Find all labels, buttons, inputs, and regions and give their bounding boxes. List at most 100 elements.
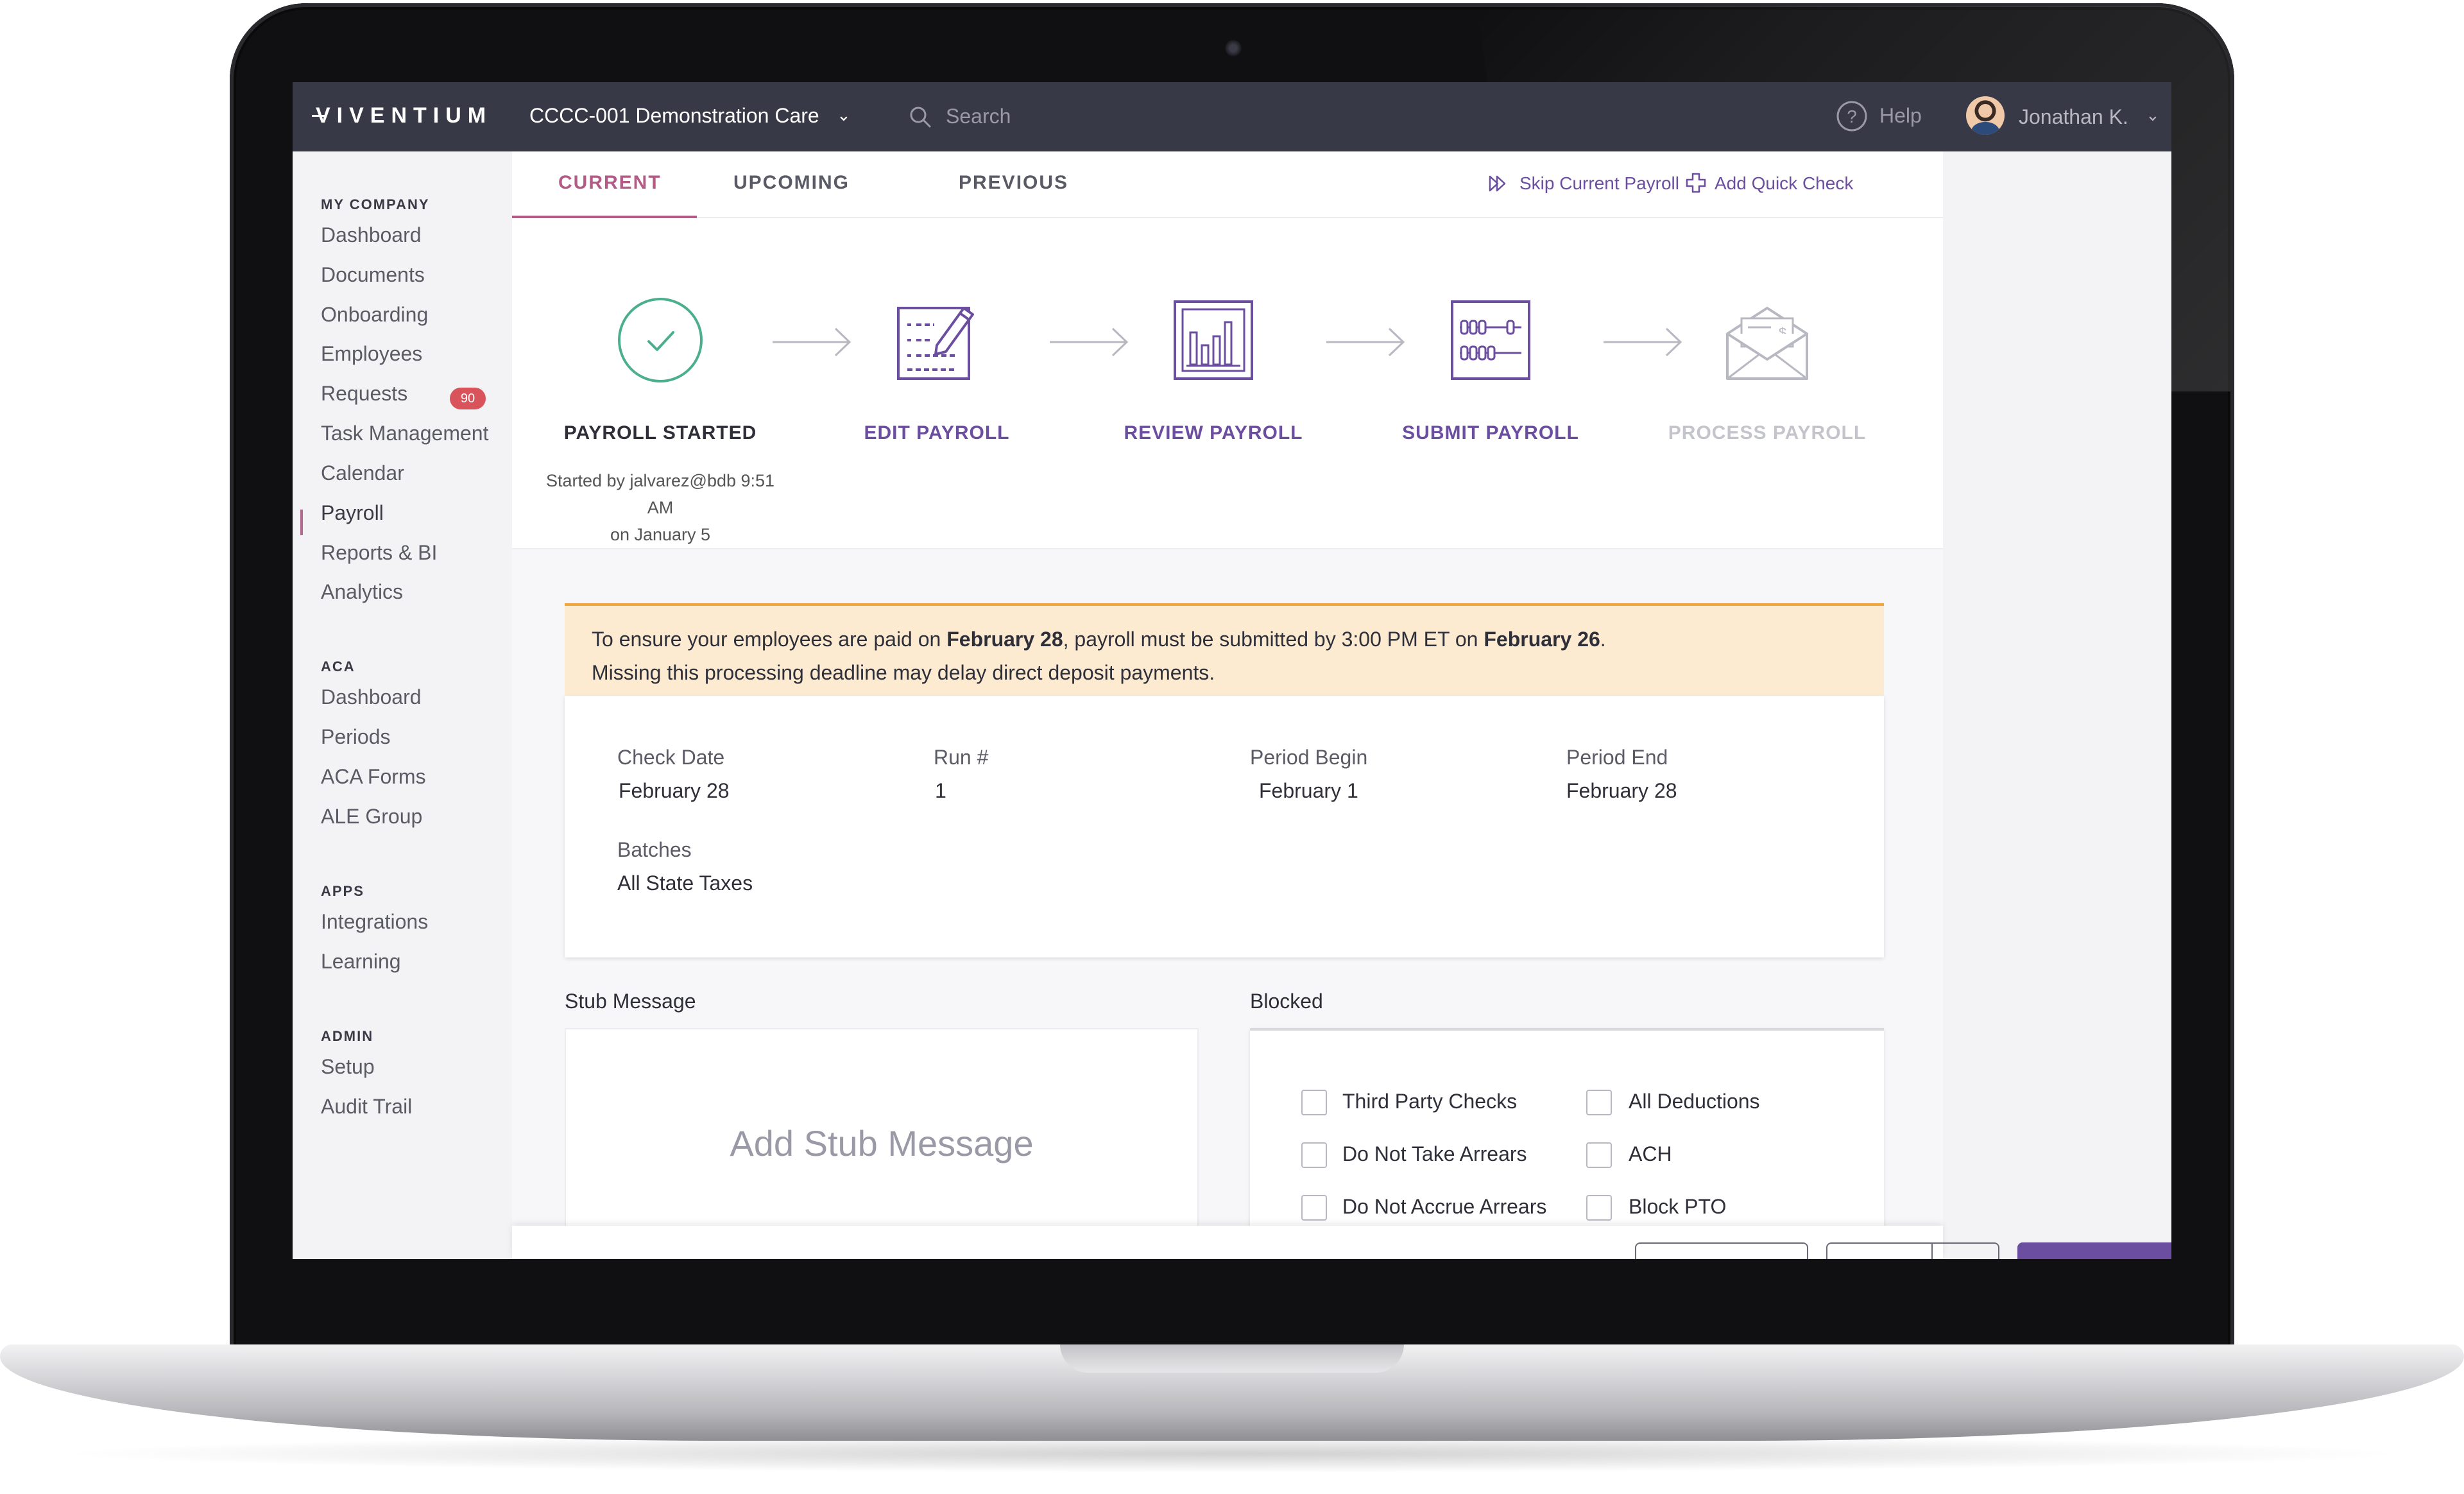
- checkbox-all-deductions[interactable]: [1586, 1090, 1612, 1115]
- label-block-pto: Block PTO: [1629, 1195, 1727, 1218]
- step-process-payroll: PROCESS PAYROLL: [1668, 422, 1867, 443]
- sidebar-item-learning[interactable]: Learning: [321, 950, 401, 974]
- sidebar-section-my-company: MY COMPANY: [321, 196, 430, 212]
- sidebar-item-requests[interactable]: Requests: [321, 382, 407, 406]
- chevron-down-icon[interactable]: ⌄: [837, 105, 851, 125]
- tab-current[interactable]: CURRENT: [558, 172, 662, 194]
- user-menu[interactable]: Jonathan K.: [2019, 105, 2128, 129]
- sidebar-item-payroll[interactable]: Payroll: [321, 501, 384, 525]
- sidebar-item-aca-dashboard[interactable]: Dashboard: [321, 685, 422, 709]
- run-number-label: Run #: [934, 746, 989, 769]
- webcam-icon: [1225, 40, 1242, 56]
- step-edit-payroll[interactable]: EDIT PAYROLL: [821, 422, 1052, 444]
- arrow-right-icon: [1050, 327, 1129, 357]
- add-check-icon[interactable]: [1685, 172, 1707, 194]
- sidebar-item-audit-trail[interactable]: Audit Trail: [321, 1095, 412, 1119]
- skip-forward-icon[interactable]: [1487, 173, 1509, 194]
- step-started-note: Started by jalvarez@bdb 9:51 AM on Janua…: [532, 467, 789, 548]
- footer-button-2[interactable]: [1826, 1242, 1999, 1259]
- label-third-party-checks: Third Party Checks: [1342, 1090, 1518, 1113]
- arrow-right-icon: [1604, 327, 1682, 357]
- help-link[interactable]: Help: [1879, 104, 1922, 128]
- requests-count-badge: 90: [450, 388, 486, 409]
- checkbox-third-party-checks[interactable]: [1301, 1090, 1327, 1115]
- checkbox-block-pto[interactable]: [1586, 1195, 1612, 1221]
- deadline-notice-line2: Missing this processing deadline may del…: [592, 661, 1215, 684]
- label-ach: ACH: [1629, 1142, 1672, 1165]
- label-do-not-accrue-arrears: Do Not Accrue Arrears: [1342, 1195, 1547, 1218]
- abacus-icon[interactable]: [1446, 295, 1536, 385]
- right-gutter: [1943, 151, 2171, 1259]
- search-icon: [910, 107, 931, 128]
- period-end-label: Period End: [1566, 746, 1668, 769]
- stub-message-title: Stub Message: [565, 990, 696, 1013]
- tab-previous[interactable]: PREVIOUS: [959, 172, 1068, 194]
- sidebar-item-analytics[interactable]: Analytics: [321, 580, 403, 604]
- sidebar-item-aca-forms[interactable]: ACA Forms: [321, 765, 426, 789]
- step-submit-payroll[interactable]: SUBMIT PAYROLL: [1375, 422, 1606, 444]
- period-end-value: February 28: [1566, 779, 1677, 802]
- user-avatar[interactable]: [1966, 96, 2005, 135]
- period-begin-label: Period Begin: [1250, 746, 1368, 769]
- label-do-not-take-arrears: Do Not Take Arrears: [1342, 1142, 1527, 1165]
- money-envelope-icon: $: [1726, 307, 1808, 380]
- step-payroll-started: PAYROLL STARTED: [563, 422, 757, 443]
- sidebar-item-ale-group[interactable]: ALE Group: [321, 805, 422, 829]
- check-date-value: February 28: [619, 779, 730, 802]
- bar-chart-icon[interactable]: [1168, 295, 1258, 385]
- footer-button-1[interactable]: [1635, 1242, 1808, 1259]
- search-input[interactable]: [946, 101, 1190, 131]
- sidebar-item-reports-bi[interactable]: Reports & BI: [321, 541, 437, 565]
- help-icon[interactable]: ?: [1835, 99, 1869, 133]
- sidebar-item-employees[interactable]: Employees: [321, 342, 422, 366]
- arrow-right-icon: [773, 327, 851, 357]
- checkbox-ach[interactable]: [1586, 1142, 1612, 1168]
- add-quick-check-link[interactable]: Add Quick Check: [1715, 173, 1853, 194]
- skip-current-payroll-link[interactable]: Skip Current Payroll: [1519, 173, 1679, 194]
- started-date-text: on January 5: [610, 525, 711, 544]
- label-all-deductions: All Deductions: [1629, 1090, 1760, 1113]
- deadline-notice-line1: To ensure your employees are paid on Feb…: [592, 628, 1606, 651]
- company-selector[interactable]: CCCC-001 Demonstration Care: [529, 104, 819, 128]
- payroll-info-card: Check Date February 28 Run # 1 Period Be…: [565, 696, 1884, 957]
- footer-action-bar: [293, 1226, 2171, 1259]
- active-indicator: [300, 510, 303, 535]
- sidebar-item-task-management[interactable]: Task Management: [321, 422, 488, 445]
- sidebar-item-setup[interactable]: Setup: [321, 1055, 375, 1079]
- step-review-payroll[interactable]: REVIEW PAYROLL: [1098, 422, 1329, 444]
- blocked-title: Blocked: [1250, 990, 1323, 1013]
- sidebar: MY COMPANY Dashboard Documents Onboardin…: [293, 151, 512, 1259]
- sidebar-section-aca: ACA: [321, 658, 355, 674]
- period-begin-value: February 1: [1259, 779, 1358, 802]
- payroll-stepper: PAYROLL STARTED Started by jalvarez@bdb …: [512, 218, 1943, 549]
- run-number-value: 1: [935, 779, 946, 802]
- viventium-logo[interactable]: VIVENTIUM: [311, 103, 492, 128]
- tab-upcoming[interactable]: UPCOMING: [733, 172, 850, 194]
- svg-text:?: ?: [1847, 107, 1857, 126]
- payroll-content: To ensure your employees are paid on Feb…: [512, 549, 1943, 1259]
- sidebar-item-onboarding[interactable]: Onboarding: [321, 303, 428, 327]
- app-screen: VIVENTIUM CCCC-001 Demonstration Care ⌄ …: [293, 82, 2171, 1259]
- batches-label: Batches: [617, 838, 692, 861]
- main-panel: CURRENT UPCOMING PREVIOUS Skip Current P…: [512, 151, 1943, 1259]
- sidebar-item-calendar[interactable]: Calendar: [321, 461, 404, 485]
- sidebar-item-dashboard[interactable]: Dashboard: [321, 223, 422, 247]
- batches-value: All State Taxes: [617, 872, 753, 895]
- payroll-tabs: CURRENT UPCOMING PREVIOUS Skip Current P…: [512, 151, 1943, 218]
- stub-message-input[interactable]: Add Stub Message: [565, 1028, 1199, 1259]
- checkbox-do-not-take-arrears[interactable]: [1301, 1142, 1327, 1168]
- footer-button-divider: [1931, 1242, 1933, 1259]
- footer-primary-button[interactable]: [2017, 1242, 2171, 1259]
- sidebar-item-documents[interactable]: Documents: [321, 263, 425, 287]
- chevron-down-icon[interactable]: ⌄: [2146, 105, 2160, 125]
- arrow-right-icon: [1326, 327, 1405, 357]
- footer-bar-background: [512, 1226, 2171, 1259]
- blocked-options: Third Party Checks All Deductions Do Not…: [1250, 1028, 1884, 1259]
- sidebar-item-periods[interactable]: Periods: [321, 725, 391, 749]
- edit-form-icon[interactable]: [892, 295, 982, 385]
- checkbox-do-not-accrue-arrears[interactable]: [1301, 1195, 1327, 1221]
- check-circle-icon: [618, 298, 703, 382]
- deadline-notice: To ensure your employees are paid on Feb…: [565, 603, 1884, 696]
- laptop-frame: VIVENTIUM CCCC-001 Demonstration Care ⌄ …: [0, 0, 2464, 1494]
- sidebar-item-integrations[interactable]: Integrations: [321, 910, 428, 934]
